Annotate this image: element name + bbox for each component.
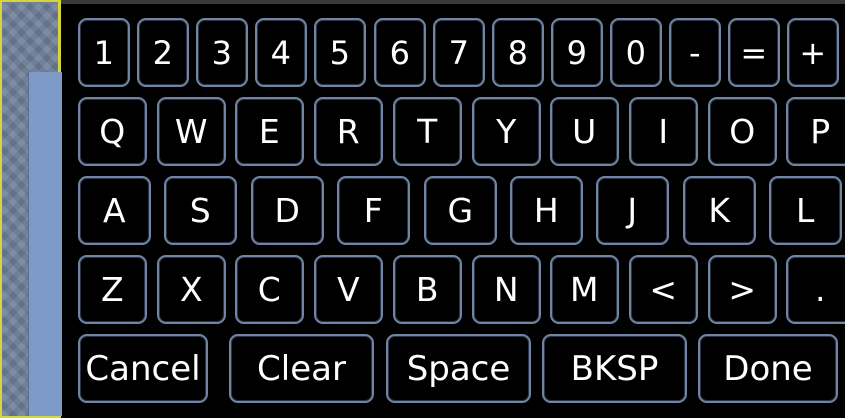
- key-c[interactable]: C: [235, 255, 304, 324]
- key-period[interactable]: .: [786, 255, 845, 324]
- key-label: S: [189, 191, 212, 230]
- key-label: H: [533, 191, 560, 230]
- key-j[interactable]: J: [596, 176, 669, 245]
- key-label: 9: [566, 33, 588, 72]
- key-num-7[interactable]: 7: [433, 18, 485, 87]
- key-t[interactable]: T: [393, 97, 462, 166]
- key-num-minus[interactable]: -: [669, 18, 721, 87]
- key-label: G: [447, 191, 474, 230]
- left-side-panel: [0, 0, 62, 418]
- key-label: 4: [270, 33, 292, 72]
- key-num-0[interactable]: 0: [610, 18, 662, 87]
- key-label: V: [336, 270, 361, 309]
- key-num-2[interactable]: 2: [137, 18, 189, 87]
- key-l[interactable]: L: [769, 176, 842, 245]
- key-b[interactable]: B: [393, 255, 462, 324]
- key-label: O: [729, 112, 756, 151]
- clear-label: Clear: [257, 348, 346, 389]
- key-label: C: [257, 270, 282, 309]
- cancel-label: Cancel: [85, 348, 201, 389]
- key-g[interactable]: G: [424, 176, 497, 245]
- key-w[interactable]: W: [157, 97, 226, 166]
- key-r[interactable]: R: [314, 97, 383, 166]
- key-label: J: [627, 191, 638, 230]
- key-label: I: [658, 112, 669, 151]
- key-label: X: [179, 270, 204, 309]
- key-label: P: [810, 112, 831, 151]
- key-label: 1: [93, 33, 115, 72]
- key-label: E: [258, 112, 281, 151]
- key-num-9[interactable]: 9: [551, 18, 603, 87]
- key-h[interactable]: H: [510, 176, 583, 245]
- key-k[interactable]: K: [683, 176, 756, 245]
- key-label: 7: [448, 33, 470, 72]
- key-a[interactable]: A: [78, 176, 151, 245]
- key-label: Q: [99, 112, 126, 151]
- key-num-equals[interactable]: =: [728, 18, 780, 87]
- clear-button[interactable]: Clear: [229, 334, 374, 403]
- key-num-5[interactable]: 5: [314, 18, 366, 87]
- key-label: 2: [152, 33, 174, 72]
- key-z[interactable]: Z: [78, 255, 147, 324]
- key-label: 0: [625, 33, 647, 72]
- key-label: A: [102, 191, 127, 230]
- key-label: T: [417, 112, 438, 151]
- key-label: L: [796, 191, 815, 230]
- key-label: 8: [507, 33, 529, 72]
- key-label: M: [570, 270, 599, 309]
- key-label: D: [274, 191, 301, 230]
- left-input-field[interactable]: [28, 72, 62, 416]
- key-greater-than[interactable]: >: [708, 255, 777, 324]
- key-m[interactable]: M: [550, 255, 619, 324]
- key-i[interactable]: I: [629, 97, 698, 166]
- key-label: U: [572, 112, 597, 151]
- key-num-4[interactable]: 4: [255, 18, 307, 87]
- key-num-1[interactable]: 1: [78, 18, 130, 87]
- key-num-3[interactable]: 3: [196, 18, 248, 87]
- key-n[interactable]: N: [472, 255, 541, 324]
- space-button[interactable]: Space: [386, 334, 531, 403]
- key-label: K: [708, 191, 731, 230]
- key-label: .: [815, 270, 826, 309]
- key-v[interactable]: V: [314, 255, 383, 324]
- key-label: Y: [496, 112, 517, 151]
- keyboard-screen: 1 2 3 4 5 6 7 8 9 0 - = + Q W E R T Y U I O P A S D F G H J K L Z X C V B…: [0, 0, 845, 418]
- done-label: Done: [723, 348, 813, 389]
- key-label: 3: [211, 33, 233, 72]
- key-num-8[interactable]: 8: [492, 18, 544, 87]
- key-o[interactable]: O: [708, 97, 777, 166]
- key-p[interactable]: P: [786, 97, 845, 166]
- space-label: Space: [406, 348, 511, 389]
- key-x[interactable]: X: [157, 255, 226, 324]
- key-label: -: [688, 33, 702, 72]
- key-num-6[interactable]: 6: [374, 18, 426, 87]
- key-y[interactable]: Y: [472, 97, 541, 166]
- backspace-button[interactable]: BKSP: [542, 334, 687, 403]
- key-label: 5: [329, 33, 351, 72]
- key-label: N: [493, 270, 520, 309]
- key-num-plus[interactable]: +: [787, 18, 839, 87]
- key-label: W: [174, 112, 209, 151]
- key-f[interactable]: F: [337, 176, 410, 245]
- key-label: Z: [100, 270, 125, 309]
- key-label: 6: [389, 33, 411, 72]
- key-label: +: [799, 33, 827, 72]
- key-u[interactable]: U: [550, 97, 619, 166]
- backspace-label: BKSP: [570, 348, 659, 389]
- key-q[interactable]: Q: [78, 97, 147, 166]
- key-d[interactable]: D: [251, 176, 324, 245]
- key-less-than[interactable]: <: [629, 255, 698, 324]
- key-label: R: [336, 112, 361, 151]
- key-label: <: [649, 270, 678, 309]
- cancel-button[interactable]: Cancel: [78, 334, 208, 403]
- key-e[interactable]: E: [235, 97, 304, 166]
- done-button[interactable]: Done: [698, 334, 838, 403]
- top-divider: [61, 0, 845, 4]
- key-s[interactable]: S: [164, 176, 237, 245]
- key-label: =: [740, 33, 768, 72]
- key-label: >: [728, 270, 757, 309]
- key-label: B: [415, 270, 440, 309]
- key-label: F: [363, 191, 384, 230]
